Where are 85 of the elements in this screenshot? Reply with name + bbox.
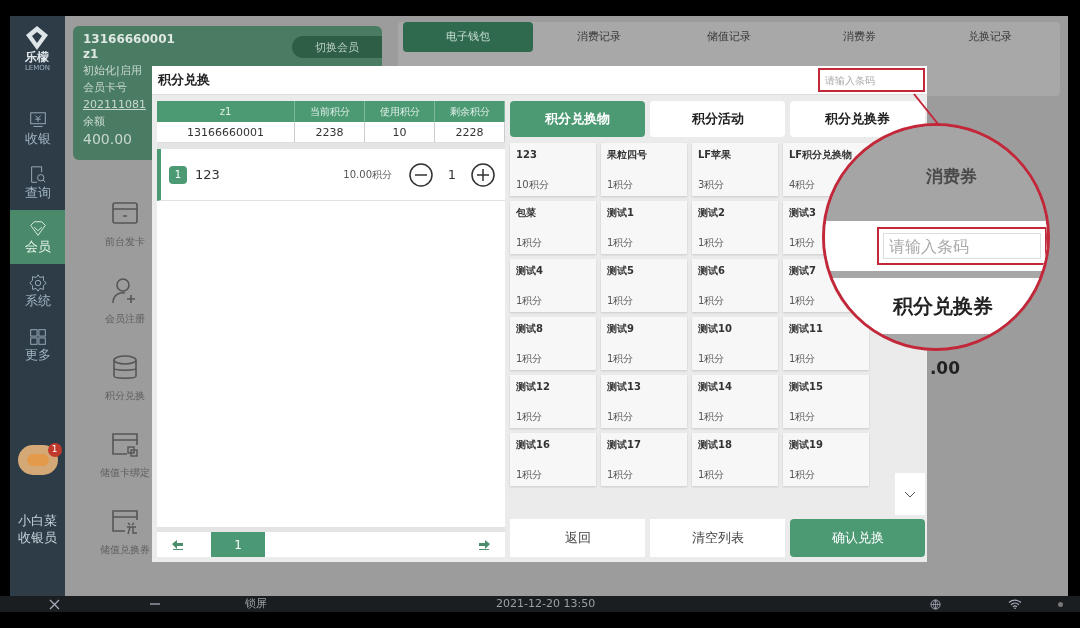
product-tile[interactable]: 测试14 1积分 [692, 375, 778, 428]
increase-button[interactable] [471, 162, 495, 187]
barcode-field[interactable]: 请输入条码 [821, 71, 922, 89]
user-name: 小白菜 [18, 512, 57, 529]
avatar[interactable] [17, 445, 58, 475]
tab-label: 消费券 [925, 165, 977, 186]
decrease-button[interactable] [409, 162, 433, 187]
dialog-button[interactable]: 返回 [510, 519, 645, 557]
column-header: 当前积分 [295, 101, 365, 122]
balance-value: 400.00 [83, 130, 132, 148]
grid-icon [27, 327, 48, 347]
cart-item[interactable]: 1 123 10.00积分 1 [157, 149, 505, 201]
product-tile[interactable]: 果粒四号 1积分 [601, 143, 687, 196]
minus-icon [409, 162, 433, 187]
notification-badge: 1 [47, 443, 62, 457]
member-phone: 13166660001 [83, 32, 175, 47]
product-tile[interactable]: 测试12 1积分 [510, 375, 596, 428]
member-name: z1 [83, 47, 99, 62]
product-tile[interactable]: 测试8 1积分 [510, 317, 596, 370]
product-tile[interactable]: 测试16 1积分 [510, 433, 596, 486]
nav-item[interactable]: 会员 [10, 210, 65, 264]
product-tile[interactable]: 包菜 1积分 [510, 201, 596, 254]
product-tile[interactable]: 123 10积分 [510, 143, 596, 196]
nav-item[interactable]: 收银 [10, 102, 65, 156]
lock-screen-button[interactable]: 锁屏 [245, 596, 267, 612]
plus-icon [471, 162, 495, 187]
product-tile[interactable]: 测试11 1积分 [783, 317, 869, 370]
barcode-field[interactable]: 请输入条码 [883, 233, 1041, 259]
member-status: 初始化|启用 [83, 63, 142, 79]
product-tile[interactable]: 测试6 1积分 [692, 259, 778, 312]
diamond-icon [27, 219, 48, 239]
product-tile[interactable]: 测试19 1积分 [783, 433, 869, 486]
column-header: 剩余积分 [435, 101, 505, 122]
table-cell: 2228 [435, 122, 505, 142]
chevron-down-icon [904, 490, 916, 498]
next-page-icon[interactable] [478, 539, 490, 550]
switch-member-button[interactable]: 切换会员 [292, 36, 382, 58]
nav-item[interactable]: 查询 [10, 156, 65, 210]
record-tab[interactable]: 消费券 [794, 22, 925, 52]
item-name: 123 [195, 165, 220, 184]
column-header: 使用积分 [365, 101, 435, 122]
item-quantity: 1 [446, 165, 458, 184]
dialog-button[interactable]: 清空列表 [650, 519, 785, 557]
column-header: z1 [157, 101, 295, 122]
item-points: 10.00积分 [343, 168, 392, 182]
dialog-title: 积分兑换 [158, 71, 210, 90]
settings-icon [27, 273, 48, 293]
card-number-label: 会员卡号 [83, 80, 127, 96]
card-coupon-icon [111, 508, 139, 536]
table-cell: 10 [365, 122, 435, 142]
balance-fragment: .00 [929, 358, 960, 378]
product-tile[interactable]: LF苹果 3积分 [692, 143, 778, 196]
datetime-text: 2021-12-20 13:50 [496, 596, 596, 612]
record-tab[interactable]: 储值记录 [663, 22, 795, 52]
linked-card-icon [111, 431, 139, 459]
item-index: 1 [169, 165, 187, 184]
product-tile[interactable]: 测试5 1积分 [601, 259, 687, 312]
record-tab[interactable]: 消费记录 [533, 22, 664, 52]
database-icon [111, 354, 139, 382]
table-cell: 2238 [295, 122, 365, 142]
previous-page-icon[interactable] [172, 539, 184, 550]
product-tile[interactable]: 测试17 1积分 [601, 433, 687, 486]
product-tile[interactable]: 测试10 1积分 [692, 317, 778, 370]
product-tile[interactable]: 测试9 1积分 [601, 317, 687, 370]
globe-icon[interactable] [930, 599, 941, 610]
nav-item[interactable]: 系统 [10, 264, 65, 318]
product-tile[interactable]: 测试15 1积分 [783, 375, 869, 428]
logo-name: 乐檬 [25, 50, 50, 64]
logo-icon [26, 26, 49, 50]
nav-item[interactable]: 更多 [10, 318, 65, 372]
product-tile[interactable]: 测试2 1积分 [692, 201, 778, 254]
close-icon[interactable] [49, 599, 60, 610]
product-tile[interactable]: 测试13 1积分 [601, 375, 687, 428]
wifi-icon[interactable] [1008, 599, 1022, 609]
card-number: 202111081 [83, 97, 146, 113]
table-cell: 13166660001 [157, 122, 295, 142]
user-role: 收银员 [18, 529, 57, 546]
product-tile[interactable]: 测试18 1积分 [692, 433, 778, 486]
product-tile[interactable]: 测试4 1积分 [510, 259, 596, 312]
product-tile[interactable]: 测试1 1积分 [601, 201, 687, 254]
record-tab[interactable]: 电子钱包 [403, 22, 534, 52]
record-tab[interactable]: 兑换记录 [924, 22, 1056, 52]
category-tab[interactable]: 积分兑换券 [790, 101, 925, 137]
balance-label: 余额 [83, 114, 105, 130]
category-tab[interactable]: 积分活动 [650, 101, 785, 137]
